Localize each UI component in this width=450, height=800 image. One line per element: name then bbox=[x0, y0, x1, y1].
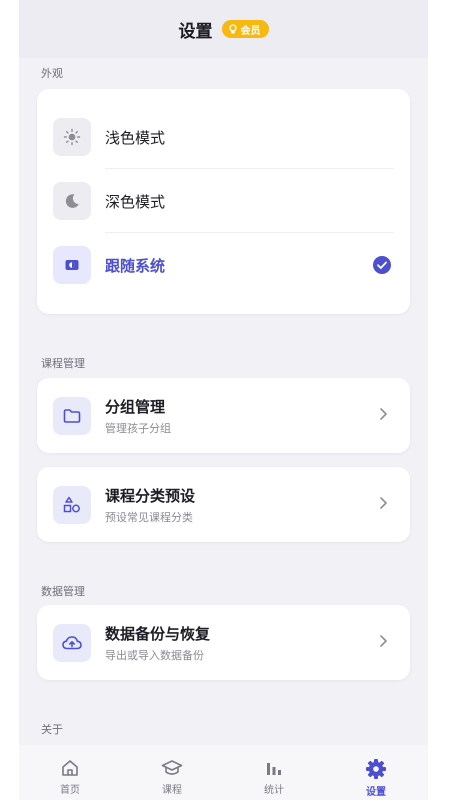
phone-screen: 设置 会员 外观 浅色模式 深色模式 跟随系统 课程管理 分组管理 管理孩子分组… bbox=[19, 0, 428, 800]
tab-label: 首页 bbox=[60, 785, 80, 796]
item-title: 数据备份与恢复 bbox=[105, 624, 211, 643]
theme-option-system[interactable]: 跟随系统 bbox=[53, 233, 394, 297]
crown-icon bbox=[228, 24, 237, 34]
shapes-icon bbox=[63, 496, 80, 512]
theme-option-dark[interactable]: 深色模式 bbox=[53, 169, 394, 233]
data-backup-item[interactable]: 数据备份与恢复 导出或导入数据备份 bbox=[37, 605, 410, 680]
system-theme-icon bbox=[65, 260, 79, 270]
item-subtitle: 管理孩子分组 bbox=[105, 421, 171, 435]
tab-home[interactable]: 首页 bbox=[30, 745, 110, 800]
header: 设置 会员 bbox=[19, 0, 428, 58]
course-category-preset-item[interactable]: 课程分类预设 预设常见课程分类 bbox=[37, 467, 410, 542]
theme-option-label: 深色模式 bbox=[105, 192, 166, 211]
page-title: 设置 bbox=[178, 21, 213, 42]
graduation-cap-icon bbox=[161, 760, 183, 775]
check-circle-icon bbox=[373, 256, 391, 274]
tab-settings[interactable]: 设置 bbox=[336, 745, 416, 800]
chevron-right-icon bbox=[380, 497, 387, 509]
item-title: 课程分类预设 bbox=[105, 486, 196, 505]
bottom-tab-bar: 首页 课程 统计 设置 bbox=[19, 745, 428, 800]
section-label-appearance: 外观 bbox=[41, 67, 63, 80]
theme-option-label: 浅色模式 bbox=[105, 128, 166, 147]
theme-option-label: 跟随系统 bbox=[105, 256, 166, 275]
tab-label: 设置 bbox=[366, 787, 386, 798]
section-label-about: 关于 bbox=[41, 723, 63, 736]
bar-chart-icon bbox=[267, 763, 281, 775]
chevron-right-icon bbox=[380, 635, 387, 647]
tab-label: 课程 bbox=[162, 785, 182, 796]
tab-label: 统计 bbox=[264, 785, 284, 796]
tab-statistics[interactable]: 统计 bbox=[234, 745, 314, 800]
group-management-item[interactable]: 分组管理 管理孩子分组 bbox=[37, 378, 410, 453]
section-label-data: 数据管理 bbox=[41, 585, 85, 598]
home-icon bbox=[62, 760, 78, 776]
folder-icon bbox=[63, 408, 81, 423]
cloud-upload-icon bbox=[62, 635, 82, 649]
item-title: 分组管理 bbox=[105, 397, 166, 416]
moon-icon bbox=[65, 194, 79, 208]
chevron-right-icon bbox=[380, 408, 387, 420]
sun-icon bbox=[63, 128, 81, 146]
theme-card: 浅色模式 深色模式 跟随系统 bbox=[37, 89, 410, 314]
theme-option-light[interactable]: 浅色模式 bbox=[53, 105, 394, 169]
vip-badge-label: 会员 bbox=[240, 25, 261, 37]
tab-courses[interactable]: 课程 bbox=[132, 745, 212, 800]
item-subtitle: 导出或导入数据备份 bbox=[105, 648, 204, 662]
gear-icon bbox=[366, 759, 386, 779]
section-label-course: 课程管理 bbox=[41, 357, 85, 370]
vip-badge[interactable]: 会员 bbox=[221, 20, 269, 38]
item-subtitle: 预设常见课程分类 bbox=[105, 510, 193, 524]
